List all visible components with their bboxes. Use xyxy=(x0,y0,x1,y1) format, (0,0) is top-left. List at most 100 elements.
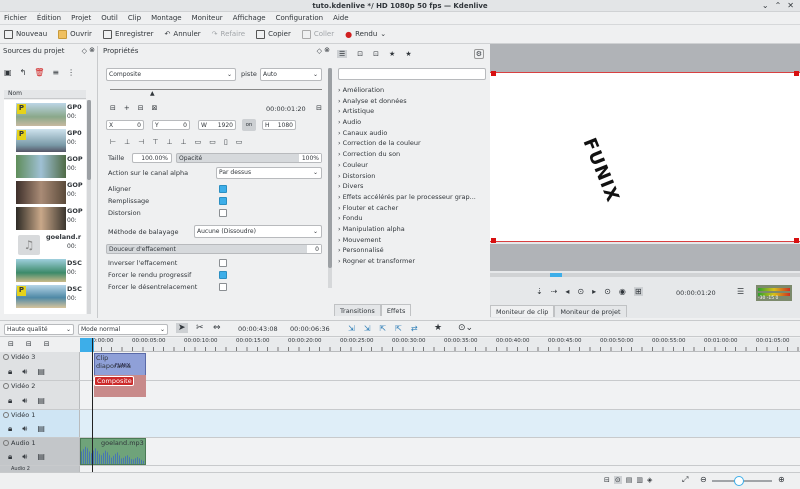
tab-clip-monitor[interactable]: Moniteur de clip xyxy=(490,305,555,317)
menu-settings[interactable]: Configuration xyxy=(276,14,323,22)
bin-scrollbar[interactable] xyxy=(87,100,91,314)
film-icon[interactable]: ▤ xyxy=(37,396,45,406)
fit-width-icon[interactable]: ▭ xyxy=(209,138,216,146)
new-button[interactable]: Nouveau xyxy=(4,29,47,39)
overwrite-icon[interactable]: ⇲ xyxy=(364,324,371,333)
softness-slider[interactable]: Douceur d'effacement 0 xyxy=(106,244,322,254)
monitor-menu-icon[interactable]: ☰ xyxy=(737,287,744,296)
insert-icon[interactable]: ⇲ xyxy=(348,324,355,333)
list-item[interactable]: GOP 00: xyxy=(4,206,86,232)
audio-effects-icon[interactable]: ⊡ xyxy=(373,50,379,58)
zoom-slider[interactable] xyxy=(712,476,772,486)
list-item[interactable]: › Divers xyxy=(338,181,486,192)
audio-thumb-icon[interactable]: ▥ xyxy=(636,476,643,484)
list-item[interactable]: ♫ goeland.r 00: xyxy=(4,232,86,258)
audio-clip[interactable]: goeland.mp3 xyxy=(80,438,146,465)
fit-icon[interactable]: ▭ xyxy=(195,138,202,146)
fill-checkbox[interactable] xyxy=(219,197,227,205)
save-button[interactable]: Enregistrer xyxy=(102,29,154,39)
thumb-icon[interactable]: ▤ xyxy=(626,476,633,484)
list-item[interactable]: › Fondu xyxy=(338,213,486,224)
ratio-lock-button[interactable]: on xyxy=(242,119,256,131)
align-center-icon[interactable]: ⊥ xyxy=(124,138,130,146)
add-clip-icon[interactable]: ▣ xyxy=(4,68,12,77)
playhead[interactable] xyxy=(92,338,93,472)
list-item[interactable]: DSC 00: xyxy=(4,258,86,284)
maximize-icon[interactable]: ⌃ xyxy=(775,1,782,10)
snap-icon[interactable]: ⊟ xyxy=(604,476,610,484)
zoom-out-icon[interactable]: ⊖ xyxy=(700,475,707,484)
audio-icon[interactable]: 🔊︎ xyxy=(22,452,27,462)
waveform-icon[interactable]: ▤ xyxy=(37,452,45,462)
list-item[interactable]: › Rogner et transformer xyxy=(338,256,486,267)
lock-icon[interactable]: 🔒︎ xyxy=(8,424,12,434)
alpha-select[interactable]: Par dessus ⌄ xyxy=(216,167,322,179)
audio-icon[interactable]: 🔊︎ xyxy=(22,424,27,434)
zone-in-icon[interactable]: ⇣ xyxy=(536,287,543,296)
settings-icon[interactable]: ⚙ xyxy=(473,49,484,59)
rewind-icon[interactable]: ◂ xyxy=(565,287,569,296)
bin-menu-icon[interactable]: ⋮ xyxy=(67,68,75,77)
lock-icon[interactable]: 🔒︎ xyxy=(8,367,12,377)
more-icon[interactable]: ⊟ xyxy=(316,104,322,112)
list-item[interactable]: › Analyse et données xyxy=(338,96,486,107)
close-panel-icon[interactable]: ⊗ xyxy=(89,46,95,54)
list-item[interactable]: › Canaux audio xyxy=(338,128,486,139)
lock-icon[interactable]: 🔒︎ xyxy=(8,452,12,462)
deinterlace-checkbox[interactable] xyxy=(219,283,227,291)
menu-view[interactable]: Affichage xyxy=(233,14,266,22)
list-item[interactable]: › Manipulation alpha xyxy=(338,224,486,235)
film-icon[interactable]: ▤ xyxy=(37,367,45,377)
list-item[interactable]: P GP0 00: xyxy=(4,102,86,128)
list-item[interactable]: › Audio xyxy=(338,117,486,128)
audio-icon[interactable]: 🔊︎ xyxy=(22,367,27,377)
list-item[interactable]: GOP 00: xyxy=(4,154,86,180)
list-item[interactable]: › Flouter et cacher xyxy=(338,203,486,214)
effects-search-input[interactable] xyxy=(338,68,486,80)
waveform-icon[interactable]: ◈ xyxy=(647,476,652,484)
keyframe-ruler[interactable] xyxy=(110,89,322,90)
tab-transitions[interactable]: Transitions xyxy=(334,304,381,316)
timeline-settings-icon[interactable]: ⊙⌄ xyxy=(458,323,473,333)
size-field[interactable]: 100.00% xyxy=(132,153,172,163)
menu-help[interactable]: Aide xyxy=(333,14,348,22)
width-field[interactable]: 1920 xyxy=(218,121,233,129)
list-item[interactable]: › Distorsion xyxy=(338,171,486,182)
extract-icon[interactable]: ⇱ xyxy=(395,324,402,333)
distort-checkbox[interactable] xyxy=(219,209,227,217)
minimize-icon[interactable]: ⌄ xyxy=(762,1,769,10)
quality-select[interactable]: Haute qualité ⌄ xyxy=(4,324,74,335)
paste-button[interactable]: Coller xyxy=(301,29,334,39)
menu-edit[interactable]: Édition xyxy=(37,14,61,22)
close-panel-icon[interactable]: ⊗ xyxy=(324,46,330,54)
track-add-icon[interactable]: ⊟ xyxy=(8,340,14,348)
align-top-icon[interactable]: ⊤ xyxy=(152,138,158,146)
sweep-select[interactable]: Aucune (Dissoudre) ⌄ xyxy=(194,225,322,238)
folder-up-icon[interactable]: ↰ xyxy=(20,68,27,77)
menu-monitor[interactable]: Moniteur xyxy=(192,14,223,22)
film-icon[interactable]: ▤ xyxy=(37,424,45,434)
spacer-tool-icon[interactable]: ⇔ xyxy=(213,323,221,333)
render-button[interactable]: ● Rendu ⌄ xyxy=(345,30,386,39)
volume-icon[interactable]: ◉ xyxy=(619,287,626,296)
fit-zoom-icon[interactable]: ⤢ xyxy=(682,475,688,485)
custom-icon[interactable]: ★ xyxy=(405,50,411,58)
composite-transition[interactable]: Composite xyxy=(94,376,134,386)
open-button[interactable]: Ouvrir xyxy=(58,29,92,39)
delete-icon[interactable]: 🗑 xyxy=(34,68,44,77)
list-item[interactable]: › Effets accélérés par le processeur gra… xyxy=(338,192,486,203)
keyframe-lock-icon[interactable]: ⊠ xyxy=(152,104,158,112)
favorite-effect-icon[interactable]: ★ xyxy=(434,323,442,333)
menu-clip[interactable]: Clip xyxy=(128,14,141,22)
playhead-marker[interactable]: ▲ xyxy=(150,90,155,97)
float-icon[interactable]: ◇ xyxy=(82,47,87,55)
list-item[interactable]: P GP0 00: xyxy=(4,128,86,154)
undo-button[interactable]: ↶ Annuler xyxy=(165,30,201,38)
edit-mode-select[interactable]: Mode normal ⌄ xyxy=(78,324,168,335)
keyframe-next-icon[interactable]: ⊟ xyxy=(138,104,144,112)
razor-tool-icon[interactable]: ✂ xyxy=(196,323,204,333)
progressive-checkbox[interactable] xyxy=(219,271,227,279)
zone-out-icon[interactable]: ⇢ xyxy=(551,287,558,296)
track-config-icon[interactable]: ⊟ xyxy=(26,340,32,348)
track-height-icon[interactable]: ⊟ xyxy=(44,340,50,348)
